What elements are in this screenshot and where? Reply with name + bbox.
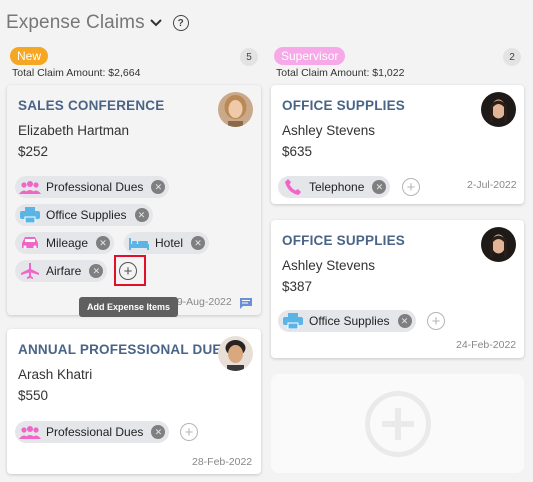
expense-chip-professional-dues[interactable]: Professional Dues ✕ xyxy=(15,421,170,443)
card-title: OFFICE SUPPLIES xyxy=(282,98,406,113)
chip-label: Mileage xyxy=(46,236,89,250)
add-circle-icon[interactable] xyxy=(364,390,431,457)
card-employee-name: Elizabeth Hartman xyxy=(18,123,130,138)
claim-card-office-supplies[interactable]: OFFICE SUPPLIES Ashley Stevens $635 Tele… xyxy=(271,85,524,204)
add-claim-card[interactable] xyxy=(271,374,524,473)
column-new: New 5 Total Claim Amount: $2,664 xyxy=(7,45,261,81)
help-icon[interactable]: ? xyxy=(172,15,189,31)
expense-chip-professional-dues[interactable]: Professional Dues ✕ xyxy=(15,176,170,198)
add-circle-icon[interactable]: + xyxy=(402,178,420,196)
remove-icon[interactable]: ✕ xyxy=(397,314,412,328)
card-employee-name: Arash Khatri xyxy=(18,367,93,382)
card-amount: $635 xyxy=(282,144,313,159)
claim-card-sales-conference[interactable]: SALES CONFERENCE Elizabeth Hartman $252 … xyxy=(7,85,261,315)
avatar xyxy=(218,336,253,371)
total-claim-amount: Total Claim Amount: $2,664 xyxy=(12,67,141,79)
avatar xyxy=(481,92,516,127)
board-title[interactable]: Expense Claims xyxy=(6,12,145,34)
phone-icon xyxy=(282,179,304,195)
claim-card-annual-professional-dues[interactable]: ANNUAL PROFESSIONAL DUES Arash Khatri $5… xyxy=(7,329,261,474)
expense-chip-hotel[interactable]: Hotel ✕ xyxy=(124,232,210,254)
chip-label: Telephone xyxy=(309,180,365,194)
remove-icon[interactable]: ✕ xyxy=(191,236,206,250)
chip-label: Office Supplies xyxy=(46,208,127,222)
expense-chip-office-supplies[interactable]: Office Supplies ✕ xyxy=(278,310,416,332)
expense-chip-telephone[interactable]: Telephone ✕ xyxy=(278,176,391,198)
stage-badge-new: New xyxy=(10,47,49,65)
card-date: 28-Feb-2022 xyxy=(192,456,253,468)
highlight-box xyxy=(114,255,146,286)
count-badge: 5 xyxy=(240,48,258,66)
chip-label: Professional Dues xyxy=(46,180,144,194)
card-title: SALES CONFERENCE xyxy=(18,98,165,113)
people-group-icon xyxy=(19,179,41,195)
card-title: OFFICE SUPPLIES xyxy=(282,233,406,248)
comment-icon[interactable] xyxy=(240,296,252,314)
card-amount: $550 xyxy=(18,388,49,403)
column-supervisor: Supervisor 2 Total Claim Amount: $1,022 xyxy=(271,45,524,81)
expense-chip-airfare[interactable]: Airfare ✕ xyxy=(15,260,108,282)
card-date: 2-Jul-2022 xyxy=(467,179,517,191)
remove-icon[interactable]: ✕ xyxy=(372,180,387,194)
count-badge: 2 xyxy=(503,48,521,66)
add-circle-icon[interactable]: + xyxy=(180,423,198,441)
column-header: Supervisor 2 Total Claim Amount: $1,022 xyxy=(271,45,524,81)
card-title: ANNUAL PROFESSIONAL DUES xyxy=(18,342,231,357)
chip-label: Office Supplies xyxy=(309,314,390,328)
people-group-icon xyxy=(19,424,41,440)
airplane-icon xyxy=(19,263,41,279)
remove-icon[interactable]: ✕ xyxy=(96,236,111,250)
card-employee-name: Ashley Stevens xyxy=(282,123,376,138)
bed-icon xyxy=(128,235,150,251)
card-amount: $252 xyxy=(18,144,49,159)
board-header: Expense Claims ? xyxy=(6,8,189,38)
expense-chip-mileage[interactable]: Mileage ✕ xyxy=(15,232,115,254)
remove-icon[interactable]: ✕ xyxy=(151,180,166,194)
avatar xyxy=(481,227,516,262)
add-circle-icon[interactable]: + xyxy=(427,312,445,330)
stage-badge-supervisor: Supervisor xyxy=(274,47,346,65)
expense-chip-office-supplies[interactable]: Office Supplies ✕ xyxy=(15,204,153,226)
avatar xyxy=(218,92,253,127)
remove-icon[interactable]: ✕ xyxy=(89,264,104,278)
card-date: 19-Aug-2022 xyxy=(171,296,232,308)
printer-icon xyxy=(19,207,41,223)
remove-icon[interactable]: ✕ xyxy=(134,208,149,222)
tooltip-add-expense-items: Add Expense Items xyxy=(79,297,179,317)
car-icon xyxy=(19,235,41,251)
column-header: New 5 Total Claim Amount: $2,664 xyxy=(7,45,261,81)
chevron-down-icon[interactable] xyxy=(149,16,163,30)
total-claim-amount: Total Claim Amount: $1,022 xyxy=(276,67,405,79)
chip-label: Professional Dues xyxy=(46,425,144,439)
chip-label: Airfare xyxy=(46,264,82,278)
chip-label: Hotel xyxy=(155,236,184,250)
card-date: 24-Feb-2022 xyxy=(456,339,517,351)
remove-icon[interactable]: ✕ xyxy=(151,425,166,439)
card-amount: $387 xyxy=(282,279,313,294)
printer-icon xyxy=(282,313,304,329)
claim-card-office-supplies[interactable]: OFFICE SUPPLIES Ashley Stevens $387 Offi… xyxy=(271,220,524,358)
card-employee-name: Ashley Stevens xyxy=(282,258,376,273)
